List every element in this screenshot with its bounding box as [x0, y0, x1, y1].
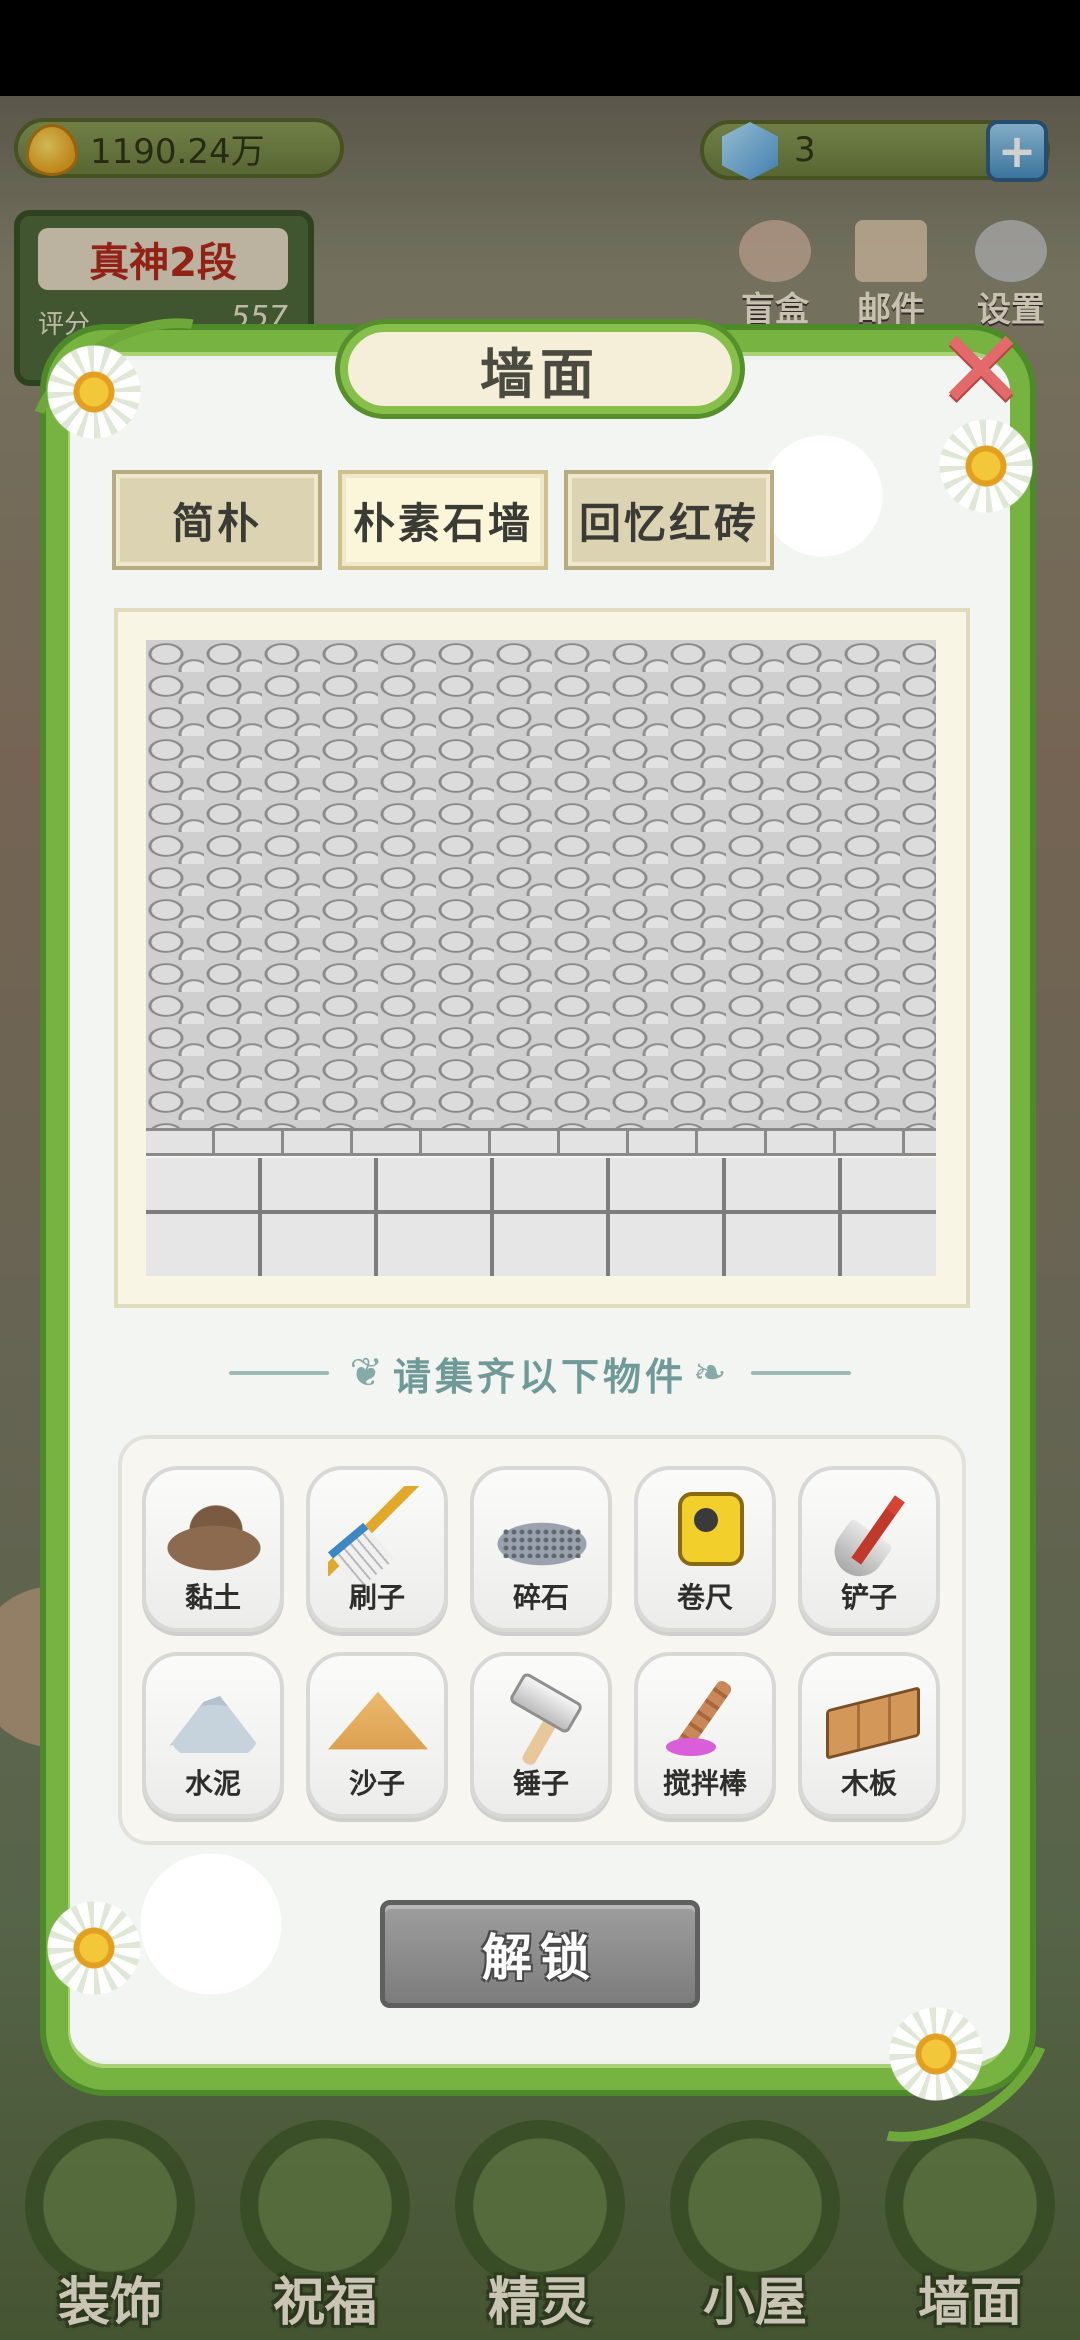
shovel-icon: [820, 1486, 920, 1576]
sand-icon: [328, 1691, 428, 1750]
daisy-icon: [938, 418, 1034, 514]
item-slot[interactable]: 搅拌棒: [634, 1652, 776, 1818]
item-name: 卷尺: [676, 1581, 733, 1614]
item-name: 铲子: [840, 1581, 897, 1614]
tape-measure-icon: [656, 1486, 756, 1576]
item-name: 锤子: [512, 1767, 569, 1800]
clay-icon: [164, 1486, 264, 1576]
swirl-ornament-icon: ❧: [693, 1350, 731, 1396]
item-slot[interactable]: 锤子: [470, 1652, 612, 1818]
item-name: 水泥: [184, 1767, 241, 1800]
stone-wall-base: [146, 1158, 936, 1276]
brush-icon: [328, 1486, 428, 1576]
item-slot[interactable]: 沙子: [306, 1652, 448, 1818]
item-name: 刷子: [348, 1581, 405, 1614]
status-bar: [0, 0, 1080, 96]
unlock-button[interactable]: 解锁: [380, 1900, 700, 2008]
item-name: 碎石: [512, 1581, 569, 1614]
hammer-icon: [492, 1672, 592, 1762]
tab-simple[interactable]: 简朴: [112, 470, 322, 570]
swirl-ornament-icon: ❦: [349, 1350, 387, 1396]
item-slot[interactable]: 水泥: [142, 1652, 284, 1818]
close-button[interactable]: ✕: [935, 315, 1027, 425]
item-slot[interactable]: 刷子: [306, 1466, 448, 1632]
daisy-icon: [46, 344, 142, 440]
divider-line: [750, 1371, 851, 1375]
collect-items-header: ❦ 请集齐以下物件 ❧: [150, 1345, 930, 1401]
cement-icon: [164, 1688, 264, 1753]
dialog-title: 墙面: [340, 324, 740, 414]
daisy-icon: [888, 2006, 984, 2102]
stone-wall-upper: [146, 640, 936, 1140]
wall-style-tabs: 简朴 朴素石墙 回忆红砖: [112, 470, 782, 570]
item-slot[interactable]: 木板: [798, 1652, 940, 1818]
item-slot[interactable]: 黏土: [142, 1466, 284, 1632]
tab-plain-stone-wall[interactable]: 朴素石墙: [338, 470, 548, 570]
collect-items-text: 请集齐以下物件: [392, 1354, 687, 1399]
item-name: 黏土: [184, 1581, 241, 1614]
stir-stick-icon: [656, 1672, 756, 1762]
item-slot[interactable]: 铲子: [798, 1466, 940, 1632]
wood-plank-icon: [820, 1672, 920, 1762]
item-name: 沙子: [348, 1767, 405, 1800]
item-slot[interactable]: 卷尺: [634, 1466, 776, 1632]
tab-memory-red-brick[interactable]: 回忆红砖: [564, 470, 774, 570]
daisy-icon: [46, 1900, 142, 1996]
divider-line: [229, 1371, 330, 1375]
gravel-icon: [492, 1486, 592, 1576]
item-name: 搅拌棒: [662, 1767, 747, 1800]
item-name: 木板: [840, 1767, 897, 1800]
item-slot[interactable]: 碎石: [470, 1466, 612, 1632]
stone-wall-preview: [146, 640, 936, 1276]
stone-wall-ledge: [146, 1128, 936, 1156]
